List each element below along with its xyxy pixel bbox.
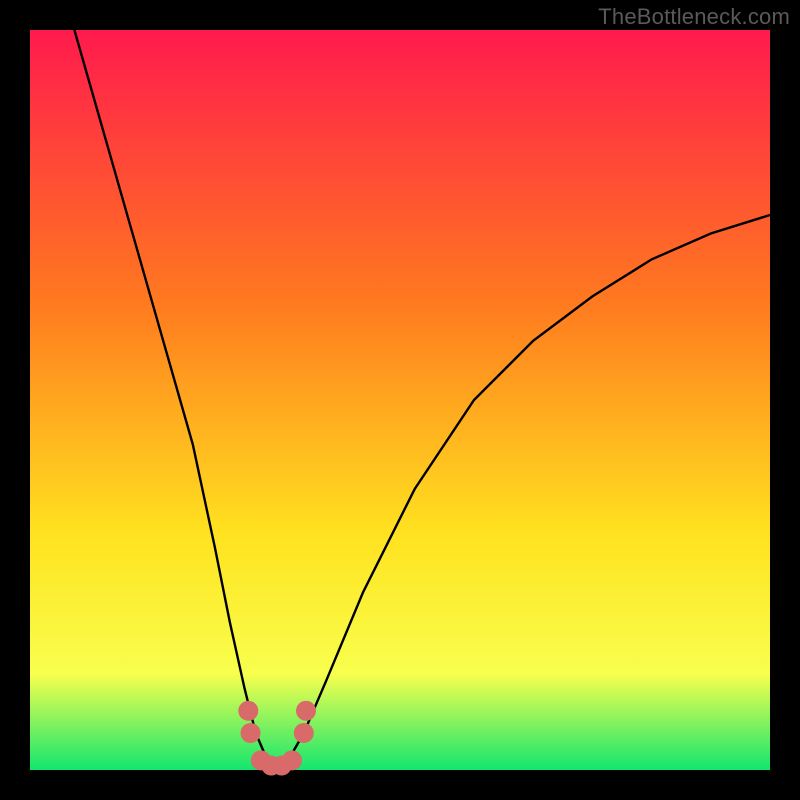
watermark-text: TheBottleneck.com <box>598 4 790 30</box>
data-point-valley-4 <box>282 750 302 770</box>
data-point-right-cluster-upper <box>296 701 316 721</box>
gradient-plot-area <box>30 30 770 770</box>
bottleneck-chart <box>0 0 800 800</box>
data-point-left-cluster-lower <box>241 723 261 743</box>
data-point-right-cluster-lower <box>294 723 314 743</box>
data-point-left-cluster-upper <box>238 701 258 721</box>
